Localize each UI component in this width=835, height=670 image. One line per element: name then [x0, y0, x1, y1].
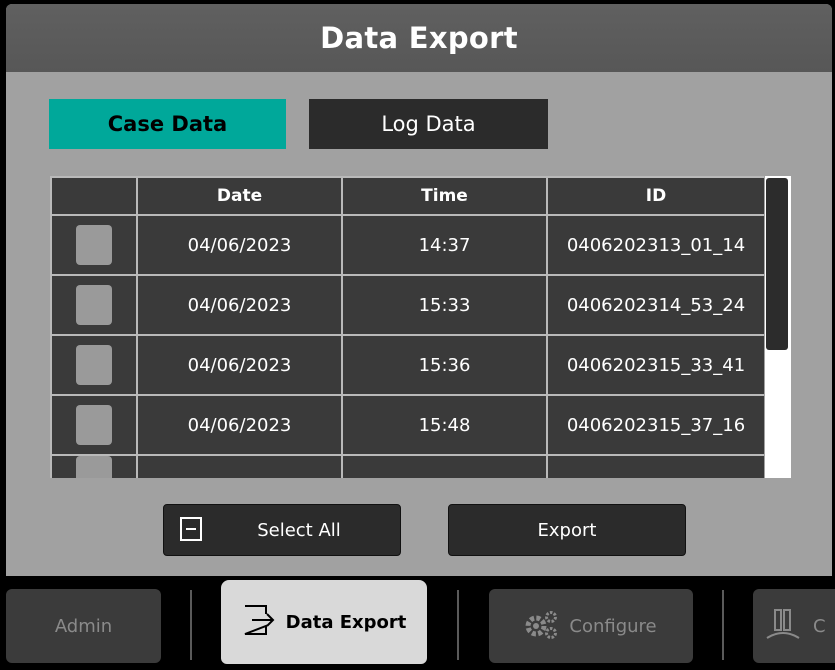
tab-log-data[interactable]: Log Data — [309, 99, 548, 149]
scrollbar-thumb[interactable] — [766, 178, 788, 350]
table-row[interactable]: 04/06/2023 15:48 0406202315_37_16 — [50, 394, 764, 456]
row-checkbox[interactable] — [76, 225, 112, 265]
bottom-nav: Admin Data Export Configure C — [0, 576, 835, 670]
select-all-checkbox-icon — [180, 517, 202, 541]
gears-icon — [525, 609, 559, 644]
row-checkbox-cell — [50, 334, 138, 396]
table-row-partial[interactable] — [50, 454, 764, 478]
cell-date: 04/06/2023 — [136, 334, 343, 396]
row-checkbox[interactable] — [76, 456, 112, 478]
cell-time: 15:36 — [341, 334, 548, 396]
nav-separator — [457, 590, 459, 660]
export-arrow-icon — [242, 603, 276, 642]
table-row[interactable]: 04/06/2023 15:33 0406202314_53_24 — [50, 274, 764, 336]
cell-time — [341, 454, 548, 478]
cell-id — [546, 454, 764, 478]
select-all-button[interactable]: Select All — [163, 504, 401, 556]
cell-time: 15:48 — [341, 394, 548, 456]
header-id: ID — [546, 176, 764, 216]
cell-date: 04/06/2023 — [136, 214, 343, 276]
header-date: Date — [136, 176, 343, 216]
nav-separator — [722, 590, 724, 660]
cell-time: 14:37 — [341, 214, 548, 276]
row-checkbox-cell — [50, 454, 138, 478]
page-title: Data Export — [6, 4, 832, 72]
cell-date — [136, 454, 343, 478]
table-header-row: Date Time ID — [50, 176, 764, 216]
nav-configure-label: Configure — [569, 615, 657, 637]
table-scrollbar[interactable] — [765, 176, 791, 478]
nav-data-export-label: Data Export — [285, 611, 407, 633]
app-frame: Data Export Case Data Log Data Date Time… — [0, 0, 835, 670]
header-select — [50, 176, 138, 216]
cylinders-icon — [763, 604, 803, 649]
row-checkbox-cell — [50, 394, 138, 456]
row-checkbox-cell — [50, 214, 138, 276]
table-row[interactable]: 04/06/2023 14:37 0406202313_01_14 — [50, 214, 764, 276]
nav-last-item[interactable]: C — [753, 589, 835, 663]
table-row[interactable]: 04/06/2023 15:36 0406202315_33_41 — [50, 334, 764, 396]
case-data-table: Date Time ID 04/06/2023 14:37 0406202313… — [50, 176, 764, 478]
row-checkbox[interactable] — [76, 405, 112, 445]
cell-id: 0406202315_37_16 — [546, 394, 764, 456]
select-all-label: Select All — [257, 519, 341, 541]
cell-id: 0406202315_33_41 — [546, 334, 764, 396]
nav-last-label: C — [813, 615, 826, 637]
cell-id: 0406202314_53_24 — [546, 274, 764, 336]
cell-id: 0406202313_01_14 — [546, 214, 764, 276]
tab-case-data[interactable]: Case Data — [49, 99, 286, 149]
export-button[interactable]: Export — [448, 504, 686, 556]
nav-data-export[interactable]: Data Export — [221, 580, 427, 664]
row-checkbox-cell — [50, 274, 138, 336]
cell-date: 04/06/2023 — [136, 394, 343, 456]
nav-separator — [190, 590, 192, 660]
header-time: Time — [341, 176, 548, 216]
nav-configure[interactable]: Configure — [489, 589, 693, 663]
nav-admin-label: Admin — [54, 615, 113, 637]
cell-time: 15:33 — [341, 274, 548, 336]
export-panel: Data Export Case Data Log Data Date Time… — [6, 4, 832, 576]
row-checkbox[interactable] — [76, 345, 112, 385]
cell-date: 04/06/2023 — [136, 274, 343, 336]
row-checkbox[interactable] — [76, 285, 112, 325]
nav-admin[interactable]: Admin — [6, 589, 161, 663]
